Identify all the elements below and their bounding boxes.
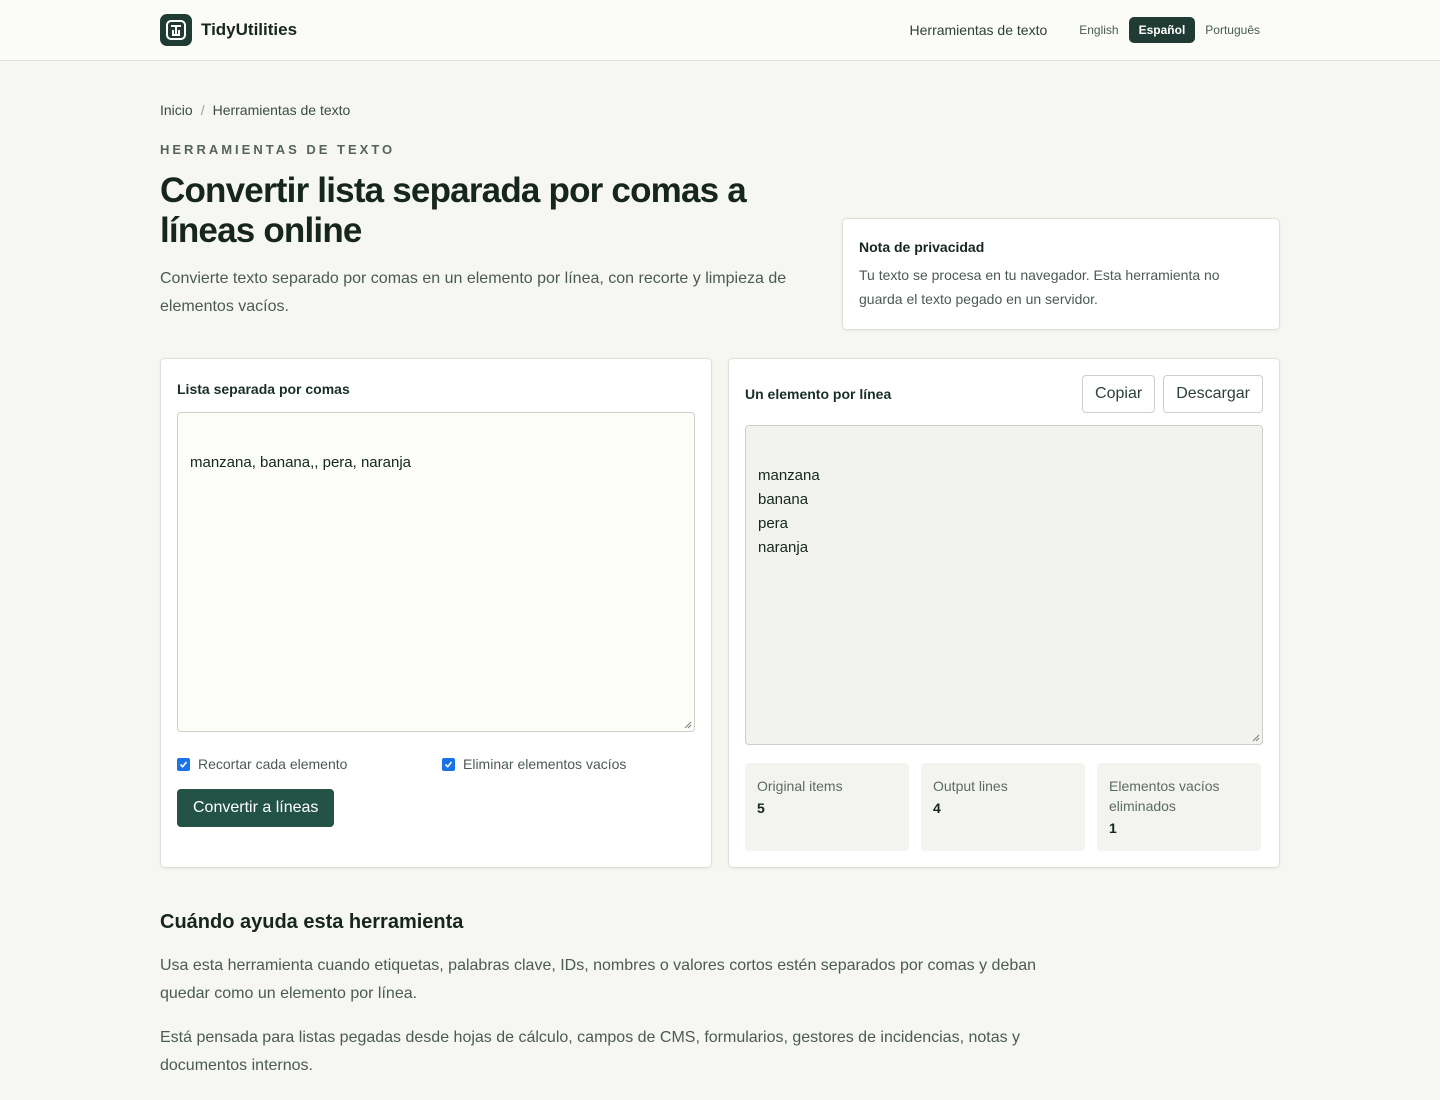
info-paragraph: Está pensada para listas pegadas desde h… [160,1029,1021,1074]
stat-label: Original items [757,778,843,794]
resize-handle-icon[interactable] [684,721,692,729]
stat-label: Output lines [933,778,1008,794]
output-header: Un elemento por línea Copiar Descargar [745,375,1263,413]
tool-panels: Lista separada por comas manzana, banana… [160,358,1280,868]
privacy-text: Tu texto se procesa en tu navegador. Est… [859,267,1220,307]
main-content: Inicio / Herramientas de texto HERRAMIEN… [0,102,1440,1080]
output-value: manzana banana pera naranja [758,467,820,556]
nav-link-text-tools[interactable]: Herramientas de texto [910,22,1048,38]
lang-spanish[interactable]: Español [1128,17,1196,43]
input-label: Lista separada por comas [177,381,350,397]
output-label: Un elemento por línea [745,386,892,402]
info-paragraph: Usa esta herramienta cuando etiquetas, p… [160,957,1037,1002]
lang-portuguese[interactable]: Português [1195,17,1270,43]
option-remove-empty[interactable]: Eliminar elementos vacíos [442,756,626,772]
option-trim[interactable]: Recortar cada elemento [177,756,442,772]
checkbox-checked-icon[interactable] [442,757,455,771]
logo-icon [160,14,192,46]
stat-empty-removed: Elementos vacíos eliminados 1 [1097,763,1261,851]
checkbox-checked-icon[interactable] [177,757,190,771]
stat-value: 1 [1109,820,1117,836]
page-lead: Convierte texto separado por comas en un… [160,270,787,315]
option-trim-label: Recortar cada elemento [198,756,348,772]
convert-button[interactable]: Convertir a líneas [177,789,335,827]
stat-label: Elementos vacíos eliminados [1109,778,1220,814]
brand-name: TidyUtilities [201,20,298,39]
options: Recortar cada elemento Eliminar elemento… [177,756,695,772]
option-remove-empty-label: Eliminar elementos vacíos [463,756,627,772]
resize-handle-icon[interactable] [1252,734,1260,742]
stats: Original items 5 Output lines 4 Elemento… [745,763,1263,851]
output-actions: Copiar Descargar [1082,375,1263,413]
copy-button[interactable]: Copiar [1082,375,1156,413]
info-heading: Cuándo ayuda esta herramienta [160,911,464,933]
stat-original-items: Original items 5 [745,763,909,851]
lang-english[interactable]: English [1069,17,1128,43]
site-header: TidyUtilities Herramientas de texto Engl… [0,0,1440,61]
output-textarea[interactable]: manzana banana pera naranja [745,425,1263,745]
breadcrumb-separator: / [200,102,205,118]
output-panel: Un elemento por línea Copiar Descargar m… [728,358,1280,868]
privacy-title: Nota de privacidad [859,239,985,255]
stat-value: 4 [933,800,941,816]
breadcrumb-home[interactable]: Inicio [160,102,193,118]
info-section: Cuándo ayuda esta herramienta Usa esta h… [160,911,1060,1080]
stat-value: 5 [757,800,765,816]
hero-text: HERRAMIENTAS DE TEXTO Convertir lista se… [160,118,830,321]
page-title: Convertir lista separada por comas a lín… [160,171,747,250]
input-panel: Lista separada por comas manzana, banana… [160,358,712,868]
brand[interactable]: TidyUtilities [160,14,297,46]
download-button[interactable]: Descargar [1163,375,1263,413]
input-value: manzana, banana,, pera, naranja [190,454,411,471]
stat-output-lines: Output lines 4 [921,763,1085,851]
top-nav: Herramientas de texto English Español Po… [910,17,1270,43]
eyebrow: HERRAMIENTAS DE TEXTO [160,142,396,157]
breadcrumb-current[interactable]: Herramientas de texto [213,102,351,118]
input-textarea[interactable]: manzana, banana,, pera, naranja [177,412,695,732]
hero: HERRAMIENTAS DE TEXTO Convertir lista se… [160,118,1280,330]
privacy-note: Nota de privacidad Tu texto se procesa e… [842,218,1280,330]
breadcrumb: Inicio / Herramientas de texto [160,102,1280,118]
